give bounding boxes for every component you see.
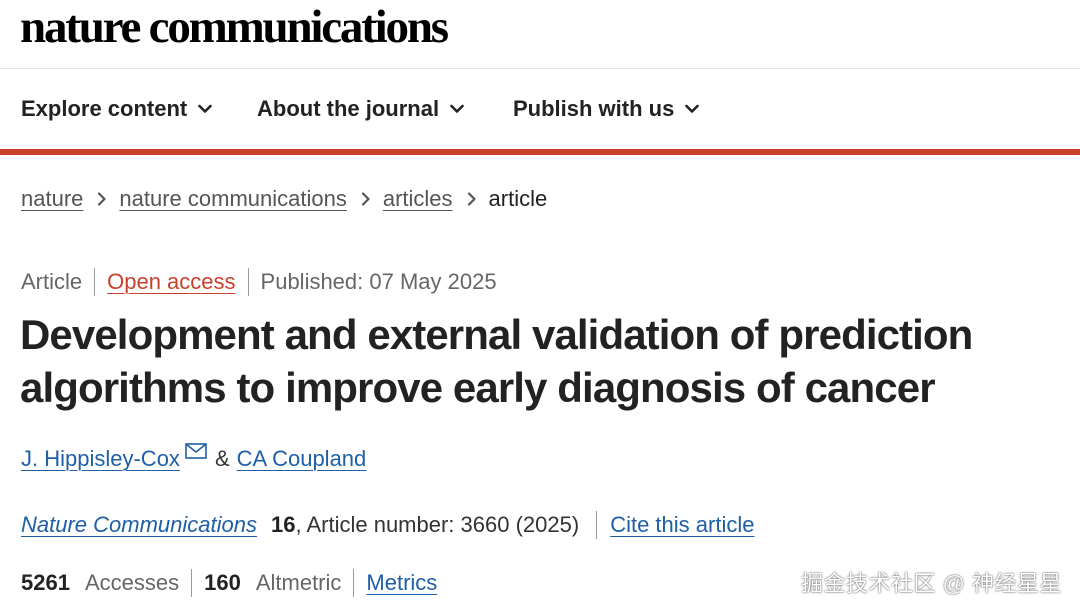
article-title: Development and external validation of p… [20, 311, 973, 411]
chevron-right-icon [361, 192, 371, 206]
chevron-down-icon [198, 104, 213, 114]
chevron-down-icon [450, 104, 464, 114]
chevron-right-icon [467, 192, 477, 206]
nav-about-the-journal[interactable]: About the journal [257, 96, 464, 122]
author-list: J. Hippisley-Cox & CA Coupland [21, 443, 367, 472]
chevron-down-icon [685, 104, 700, 114]
volume-number: 16 [270, 512, 296, 537]
nav-publish-with-us[interactable]: Publish with us [513, 96, 700, 122]
header-accent-rule [0, 149, 1080, 155]
breadcrumb-articles[interactable]: articles [383, 186, 453, 212]
nav-item-label: Explore content [21, 96, 188, 121]
published-date: Published: 07 May 2025 [260, 269, 497, 294]
brand-logo[interactable]: nature communications [20, 2, 449, 52]
breadcrumb-nature-communications[interactable]: nature communications [119, 186, 346, 212]
site-header: nature communications [0, 0, 1080, 69]
article-number: , Article number: 3660 (2025) [295, 512, 580, 537]
article-type: Article [21, 269, 83, 294]
author-link[interactable]: J. Hippisley-Cox [21, 446, 180, 472]
author-separator: & [214, 446, 230, 471]
journal-link[interactable]: Nature Communications [21, 512, 257, 538]
main-nav: Explore content About the journal Publis… [0, 69, 1080, 149]
nav-explore-content[interactable]: Explore content [21, 96, 213, 122]
watermark: 掘金技术社区 @ 神经星星 [800, 571, 1062, 596]
article-meta: Article Open access Published: 07 May 20… [21, 268, 497, 296]
altmetric-label: Altmetric [255, 570, 342, 595]
breadcrumb-nature[interactable]: nature [21, 186, 83, 212]
author-link[interactable]: CA Coupland [237, 446, 367, 472]
divider [596, 511, 598, 539]
divider [247, 268, 249, 296]
altmetric-count: 160 [204, 570, 241, 595]
divider [191, 569, 193, 597]
chevron-right-icon [97, 192, 107, 206]
article-metrics: 5261 Accesses 160 Altmetric Metrics [21, 569, 437, 597]
open-access-link[interactable]: Open access [107, 269, 235, 295]
accesses-count: 5261 [21, 570, 70, 595]
nav-item-label: About the journal [257, 96, 440, 121]
divider [353, 569, 355, 597]
divider [94, 268, 96, 296]
metrics-link[interactable]: Metrics [366, 570, 437, 596]
accesses-label: Accesses [84, 570, 180, 595]
mail-icon[interactable] [185, 443, 207, 459]
cite-this-article-link[interactable]: Cite this article [610, 512, 754, 538]
citation-line: Nature Communications 16 , Article numbe… [21, 511, 754, 539]
breadcrumb-current: article [488, 186, 548, 211]
nav-item-label: Publish with us [513, 96, 675, 121]
breadcrumb: nature nature communications articles ar… [21, 186, 547, 212]
